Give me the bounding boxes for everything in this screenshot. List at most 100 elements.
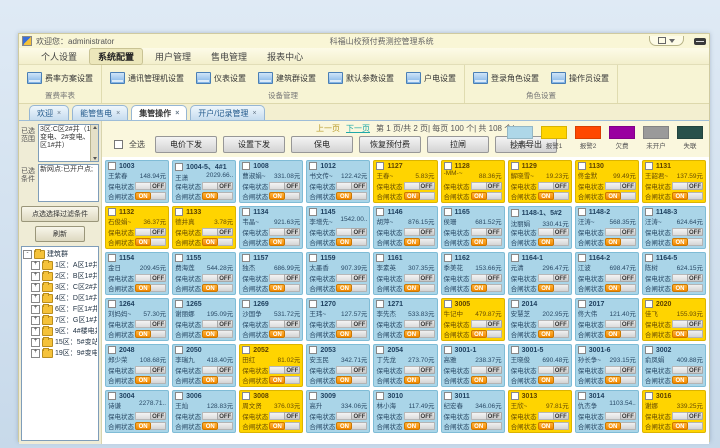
refresh-button[interactable]: 刷新 — [35, 226, 85, 242]
menu-item-4[interactable]: 报表中心 — [259, 49, 311, 64]
meter-card[interactable]: 1132石俊娟~36.37元保电状态OFF合闸状态ON — [105, 206, 169, 249]
power-protect-toggle[interactable]: OFF — [135, 274, 166, 282]
switch-state-toggle[interactable]: ON — [135, 192, 166, 200]
power-protect-toggle[interactable]: OFF — [605, 228, 636, 236]
switch-state-toggle[interactable]: ON — [605, 284, 636, 292]
meter-card[interactable]: 1155费海莲544.28元保电状态OFF合闸状态ON — [172, 252, 236, 295]
tab-close-icon[interactable]: × — [116, 110, 120, 117]
meter-card[interactable]: 1164-5陈树624.15元保电状态OFF合闸状态ON — [642, 252, 706, 295]
meter-card[interactable]: 3016谢娜339.25元保电状态OFF合闸状态ON — [642, 390, 706, 433]
card-checkbox[interactable] — [444, 392, 452, 400]
switch-state-toggle[interactable]: ON — [336, 422, 367, 430]
power-protect-toggle[interactable]: OFF — [471, 412, 502, 420]
expand-icon[interactable]: + — [31, 327, 40, 336]
power-protect-toggle[interactable]: OFF — [471, 320, 502, 328]
card-checkbox[interactable] — [309, 346, 317, 354]
switch-state-toggle[interactable]: ON — [135, 330, 166, 338]
ribbon-button-1-3[interactable]: 默认参数设置 — [326, 71, 396, 85]
power-protect-toggle[interactable]: OFF — [202, 228, 233, 236]
switch-state-toggle[interactable]: ON — [202, 238, 233, 246]
switch-state-toggle[interactable]: ON — [202, 284, 233, 292]
meter-card[interactable]: 2017佟大伟121.40元保电状态OFF合闸状态ON — [575, 298, 639, 341]
card-checkbox[interactable] — [242, 392, 250, 400]
window-restore-icon[interactable] — [658, 37, 666, 44]
menu-item-0[interactable]: 个人设置 — [33, 49, 85, 64]
switch-state-toggle[interactable]: ON — [202, 192, 233, 200]
card-checkbox[interactable] — [175, 254, 183, 262]
card-checkbox[interactable] — [242, 254, 250, 262]
meter-card[interactable]: 1165侯珊681.52元保电状态OFF合闸状态ON — [441, 206, 505, 249]
card-checkbox[interactable] — [511, 254, 519, 262]
card-checkbox[interactable] — [376, 300, 384, 308]
card-checkbox[interactable] — [578, 392, 586, 400]
expand-icon[interactable]: + — [31, 272, 40, 281]
power-protect-toggle[interactable]: OFF — [605, 366, 636, 374]
meter-card[interactable]: 1148-2汪涛~568.35元保电状态OFF合闸状态ON — [575, 206, 639, 249]
switch-state-toggle[interactable]: ON — [269, 284, 300, 292]
card-checkbox[interactable] — [242, 300, 250, 308]
power-protect-toggle[interactable]: OFF — [672, 228, 703, 236]
meter-card[interactable]: 3001-5王晓俊690.48元保电状态OFF合闸状态ON — [508, 344, 572, 387]
tree-node-0[interactable]: +1区：A区1#井 — [23, 260, 97, 271]
meter-card[interactable]: 1130佟金默99.49元保电状态OFF合闸状态ON — [575, 160, 639, 203]
meter-card[interactable]: 1128-MM-~88.36元保电状态OFF合闸状态ON — [441, 160, 505, 203]
selected-range-box[interactable]: 3区:C区2#井（1#变电、2#变电、C区1#井） — [38, 124, 99, 162]
meter-card[interactable]: 1008曹淑娟~331.08元保电状态OFF合闸状态ON — [239, 160, 303, 203]
power-protect-toggle[interactable]: OFF — [404, 412, 435, 420]
tree-node-6[interactable]: +9区：4#楼电井（4 — [23, 326, 97, 337]
switch-state-toggle[interactable]: ON — [269, 238, 300, 246]
pick-filter-button[interactable]: 点选选择过滤条件 — [21, 206, 99, 222]
minimize-button[interactable] — [694, 38, 706, 45]
meter-card[interactable]: 3008周文贤376.03元保电状态OFF合闸状态ON — [239, 390, 303, 433]
card-checkbox[interactable] — [108, 208, 116, 216]
card-checkbox[interactable] — [175, 300, 183, 308]
card-checkbox[interactable] — [242, 162, 250, 170]
power-protect-toggle[interactable]: OFF — [135, 320, 166, 328]
meter-card[interactable]: 1148-1、5#2沈丽娟330.41元保电状态OFF合闸状态ON — [508, 206, 572, 249]
power-protect-toggle[interactable]: OFF — [538, 228, 569, 236]
meter-card[interactable]: 3005牛记中479.87元保电状态OFF合闸状态ON — [441, 298, 505, 341]
action-button-4[interactable]: 拉闸 — [427, 136, 489, 153]
power-protect-toggle[interactable]: OFF — [336, 320, 367, 328]
switch-state-toggle[interactable]: ON — [672, 238, 703, 246]
range-box-scrollbar[interactable] — [90, 125, 98, 161]
card-checkbox[interactable] — [108, 392, 116, 400]
card-checkbox[interactable] — [645, 300, 653, 308]
power-protect-toggle[interactable]: OFF — [605, 274, 636, 282]
meter-card[interactable]: 1003王紫春148.94元保电状态OFF合闸状态ON — [105, 160, 169, 203]
meter-card[interactable]: 2014安慧芝202.95元保电状态OFF合闸状态ON — [508, 298, 572, 341]
switch-state-toggle[interactable]: ON — [404, 330, 435, 338]
power-protect-toggle[interactable]: OFF — [471, 182, 502, 190]
meter-card[interactable]: 2053安玉民342.71元保电状态OFF合闸状态ON — [306, 344, 370, 387]
power-protect-toggle[interactable]: OFF — [672, 182, 703, 190]
expand-icon[interactable]: + — [31, 294, 40, 303]
card-checkbox[interactable] — [376, 208, 384, 216]
card-checkbox[interactable] — [511, 300, 519, 308]
ribbon-button-2-0[interactable]: 登录角色设置 — [471, 71, 541, 85]
switch-state-toggle[interactable]: ON — [336, 376, 367, 384]
power-protect-toggle[interactable]: OFF — [538, 320, 569, 328]
power-protect-toggle[interactable]: OFF — [269, 182, 300, 190]
meter-card[interactable]: 1265谢丽娜195.09元保电状态OFF合闸状态ON — [172, 298, 236, 341]
meter-card[interactable]: 3004诗谦2278.71..保电状态OFF合闸状态ON — [105, 390, 169, 433]
meter-card[interactable]: 1269沙国争531.72元保电状态OFF合闸状态ON — [239, 298, 303, 341]
meter-card[interactable]: 3013王欣~97.81元保电状态OFF合闸状态ON — [508, 390, 572, 433]
card-checkbox[interactable] — [108, 300, 116, 308]
switch-state-toggle[interactable]: ON — [471, 238, 502, 246]
scroll-down-icon[interactable] — [93, 157, 97, 160]
meter-card[interactable]: 1159太墨香907.39元保电状态OFF合闸状态ON — [306, 252, 370, 295]
power-protect-toggle[interactable]: OFF — [336, 366, 367, 374]
tab-close-icon[interactable]: × — [57, 110, 61, 117]
power-protect-toggle[interactable]: OFF — [672, 320, 703, 328]
power-protect-toggle[interactable]: OFF — [336, 182, 367, 190]
card-checkbox[interactable] — [175, 163, 183, 171]
card-checkbox[interactable] — [376, 162, 384, 170]
ribbon-button-2-1[interactable]: 操作员设置 — [549, 71, 611, 85]
power-protect-toggle[interactable]: OFF — [202, 366, 233, 374]
card-checkbox[interactable] — [645, 208, 653, 216]
meter-card[interactable]: 1148-3汪涛~624.64元保电状态OFF合闸状态ON — [642, 206, 706, 249]
power-protect-toggle[interactable]: OFF — [404, 274, 435, 282]
tree-node-7[interactable]: +15区：5#变站（3# — [23, 337, 97, 348]
tree-node-1[interactable]: +2区：B区1#井（B区 — [23, 271, 97, 282]
power-protect-toggle[interactable]: OFF — [672, 274, 703, 282]
